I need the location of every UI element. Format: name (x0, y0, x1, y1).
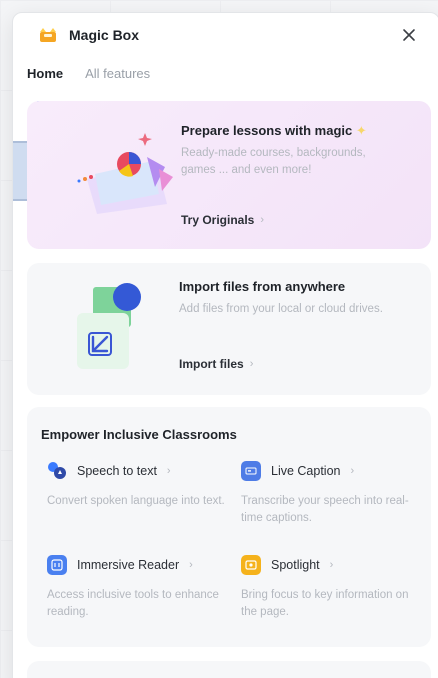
tab-bar: Home All features (27, 65, 150, 103)
chevron-right-icon: › (329, 559, 334, 571)
try-originals-link[interactable]: Try Originals › (181, 213, 264, 227)
sparkle-icon: ✦ (355, 123, 367, 138)
chevron-right-icon: › (249, 358, 254, 370)
speech-icon (47, 461, 67, 481)
tab-home[interactable]: Home (27, 65, 63, 103)
reader-icon (47, 555, 67, 575)
feature-desc: Convert spoken language into text. (47, 495, 225, 507)
panel-header: Magic Box (13, 13, 438, 59)
inclusive-classrooms-card: Empower Inclusive Classrooms Speech to t… (27, 407, 431, 647)
feature-desc: Access inclusive tools to enhance readin… (47, 589, 219, 618)
chevron-right-icon: › (350, 465, 355, 477)
feature-spotlight[interactable]: Spotlight › Bring focus to key informati… (241, 555, 421, 621)
magic-lessons-card[interactable]: Prepare lessons with magic ✦ Ready-made … (27, 101, 431, 249)
chevron-right-icon: › (166, 465, 171, 477)
feature-speech-to-text[interactable]: Speech to text › Convert spoken language… (47, 461, 227, 510)
feature-live-caption[interactable]: Live Caption › Transcribe your speech in… (241, 461, 421, 527)
import-illustration (77, 283, 141, 369)
chevron-right-icon: › (189, 559, 193, 571)
chevron-right-icon: › (260, 214, 265, 226)
import-card-desc: Add files from your local or cloud drive… (179, 303, 383, 315)
import-files-link[interactable]: Import files › (179, 357, 253, 371)
app-title: Magic Box (69, 27, 140, 43)
close-icon (403, 29, 415, 41)
feature-desc: Transcribe your speech into real-time ca… (241, 495, 409, 524)
next-card-partial (27, 661, 431, 678)
magic-card-desc: Ready-made courses, backgrounds, games .… (181, 147, 366, 176)
inclusive-section-title: Empower Inclusive Classrooms (41, 427, 237, 442)
caption-icon (241, 461, 261, 481)
feature-immersive-reader[interactable]: Immersive Reader › Access inclusive tool… (47, 555, 227, 621)
magic-box-logo-icon (40, 28, 56, 42)
feature-desc: Bring focus to key information on the pa… (241, 589, 409, 618)
tab-all-features[interactable]: All features (85, 65, 150, 95)
magic-box-panel: Magic Box Home All features Prepare less… (12, 12, 438, 678)
import-card-title: Import files from anywhere (179, 279, 346, 294)
magic-illustration (77, 133, 173, 214)
close-button[interactable] (397, 23, 421, 47)
magic-card-title: Prepare lessons with magic ✦ (181, 123, 367, 138)
spotlight-icon (241, 555, 261, 575)
import-files-card[interactable]: Import files from anywhere Add files fro… (27, 263, 431, 395)
